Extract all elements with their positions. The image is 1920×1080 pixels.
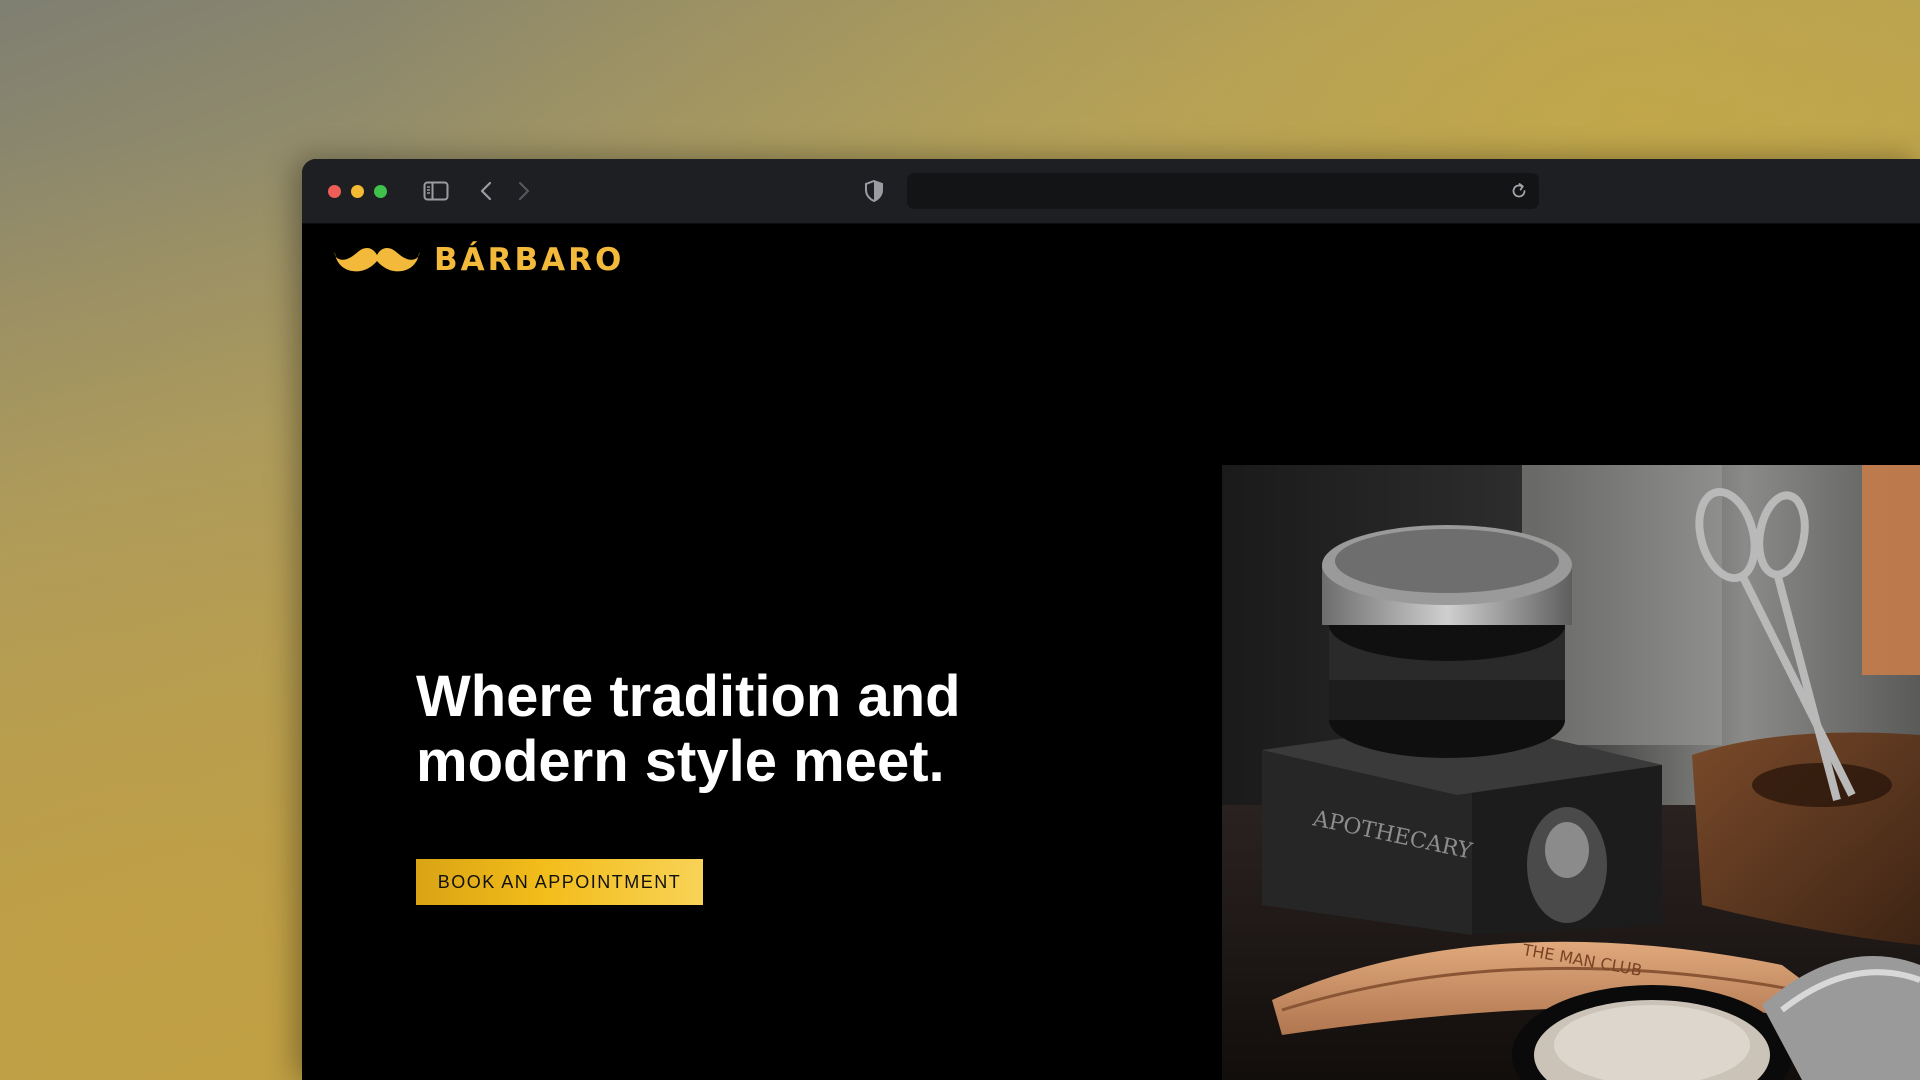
- hero-title-line-2: modern style meet.: [416, 729, 945, 794]
- reload-icon[interactable]: [1509, 181, 1529, 201]
- book-appointment-button[interactable]: BOOK AN APPOINTMENT: [416, 859, 703, 905]
- brand-name: BÁRBARO: [434, 242, 625, 278]
- hero-title-line-1: Where tradition and: [416, 664, 961, 729]
- mustache-logo-icon: [334, 247, 420, 272]
- minimize-window-button[interactable]: [351, 185, 364, 198]
- address-bar[interactable]: [907, 173, 1539, 209]
- hero-title: Where tradition and modern style meet.: [416, 664, 1036, 794]
- forward-icon[interactable]: [514, 179, 534, 203]
- privacy-shield-icon[interactable]: [862, 179, 886, 203]
- zoom-window-button[interactable]: [374, 185, 387, 198]
- hero-photo: APOTHECARY THE MAN CLUB: [1222, 465, 1920, 1080]
- back-icon[interactable]: [476, 179, 496, 203]
- web-page: BÁRBARO Where tradition and modern style…: [302, 224, 1920, 1080]
- sidebar-icon[interactable]: [422, 179, 450, 203]
- browser-window: BÁRBARO Where tradition and modern style…: [302, 159, 1920, 1080]
- brand-logo[interactable]: BÁRBARO: [334, 242, 624, 278]
- barber-products-photo: APOTHECARY THE MAN CLUB: [1222, 465, 1920, 1080]
- browser-toolbar: [302, 159, 1920, 224]
- close-window-button[interactable]: [328, 185, 341, 198]
